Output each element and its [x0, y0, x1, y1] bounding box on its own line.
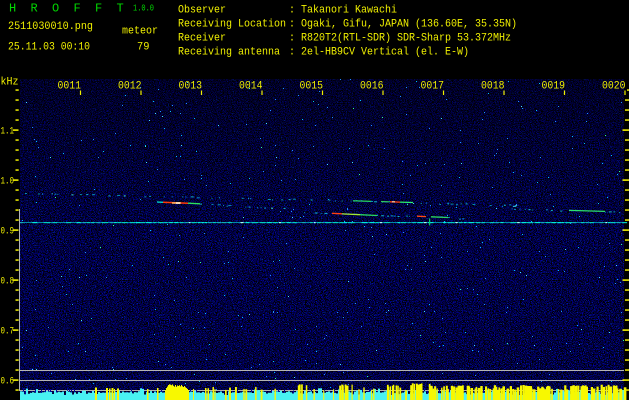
svg-text:kHz: kHz — [1, 77, 19, 89]
svg-text:: 2el-HB9CV Vertical (el. E-W): : 2el-HB9CV Vertical (el. E-W) — [289, 46, 469, 58]
svg-text:0.6: 0.6 — [1, 376, 15, 388]
svg-text:1.0: 1.0 — [1, 176, 15, 188]
svg-text:0.9: 0.9 — [1, 226, 15, 238]
svg-text:F: F — [74, 2, 81, 16]
svg-text:meteor: meteor — [122, 26, 158, 38]
svg-text:2511030010.png: 2511030010.png — [8, 21, 93, 33]
svg-text:0020: 0020 — [602, 81, 626, 93]
svg-text:0015: 0015 — [300, 81, 324, 93]
svg-text:Receiver: Receiver — [178, 32, 226, 44]
svg-text:0013: 0013 — [179, 81, 203, 93]
svg-text:F: F — [95, 2, 102, 16]
svg-text:79: 79 — [137, 42, 150, 54]
svg-text:: Ogaki, Gifu, JAPAN (136.60E,: : Ogaki, Gifu, JAPAN (136.60E, 35.35N) — [289, 18, 517, 30]
svg-text:25.11.03 00:10: 25.11.03 00:10 — [8, 42, 90, 54]
svg-text:T: T — [117, 2, 124, 16]
svg-text:1.0.0: 1.0.0 — [133, 4, 154, 14]
svg-text:0014: 0014 — [239, 81, 263, 93]
svg-text:0016: 0016 — [360, 81, 384, 93]
svg-text:0012: 0012 — [118, 81, 142, 93]
svg-text:0019: 0019 — [542, 81, 566, 93]
svg-text:0018: 0018 — [481, 81, 505, 93]
svg-text:0.8: 0.8 — [1, 276, 15, 288]
svg-text:Receiving antenna: Receiving antenna — [178, 46, 280, 58]
svg-text:Receiving Location: Receiving Location — [178, 18, 286, 30]
svg-text:0.7: 0.7 — [1, 326, 15, 338]
svg-text:0011: 0011 — [58, 81, 82, 93]
svg-text:O: O — [52, 2, 59, 16]
svg-text:: Takanori Kawachi: : Takanori Kawachi — [289, 4, 397, 16]
svg-text:1.1: 1.1 — [1, 126, 15, 138]
svg-text:: R820T2(RTL-SDR) SDR-Sharp 53: : R820T2(RTL-SDR) SDR-Sharp 53.372MHz — [289, 32, 511, 44]
svg-text:H: H — [9, 2, 16, 16]
svg-text:Observer: Observer — [178, 4, 226, 16]
svg-text:R: R — [31, 2, 38, 16]
svg-text:0017: 0017 — [421, 81, 445, 93]
